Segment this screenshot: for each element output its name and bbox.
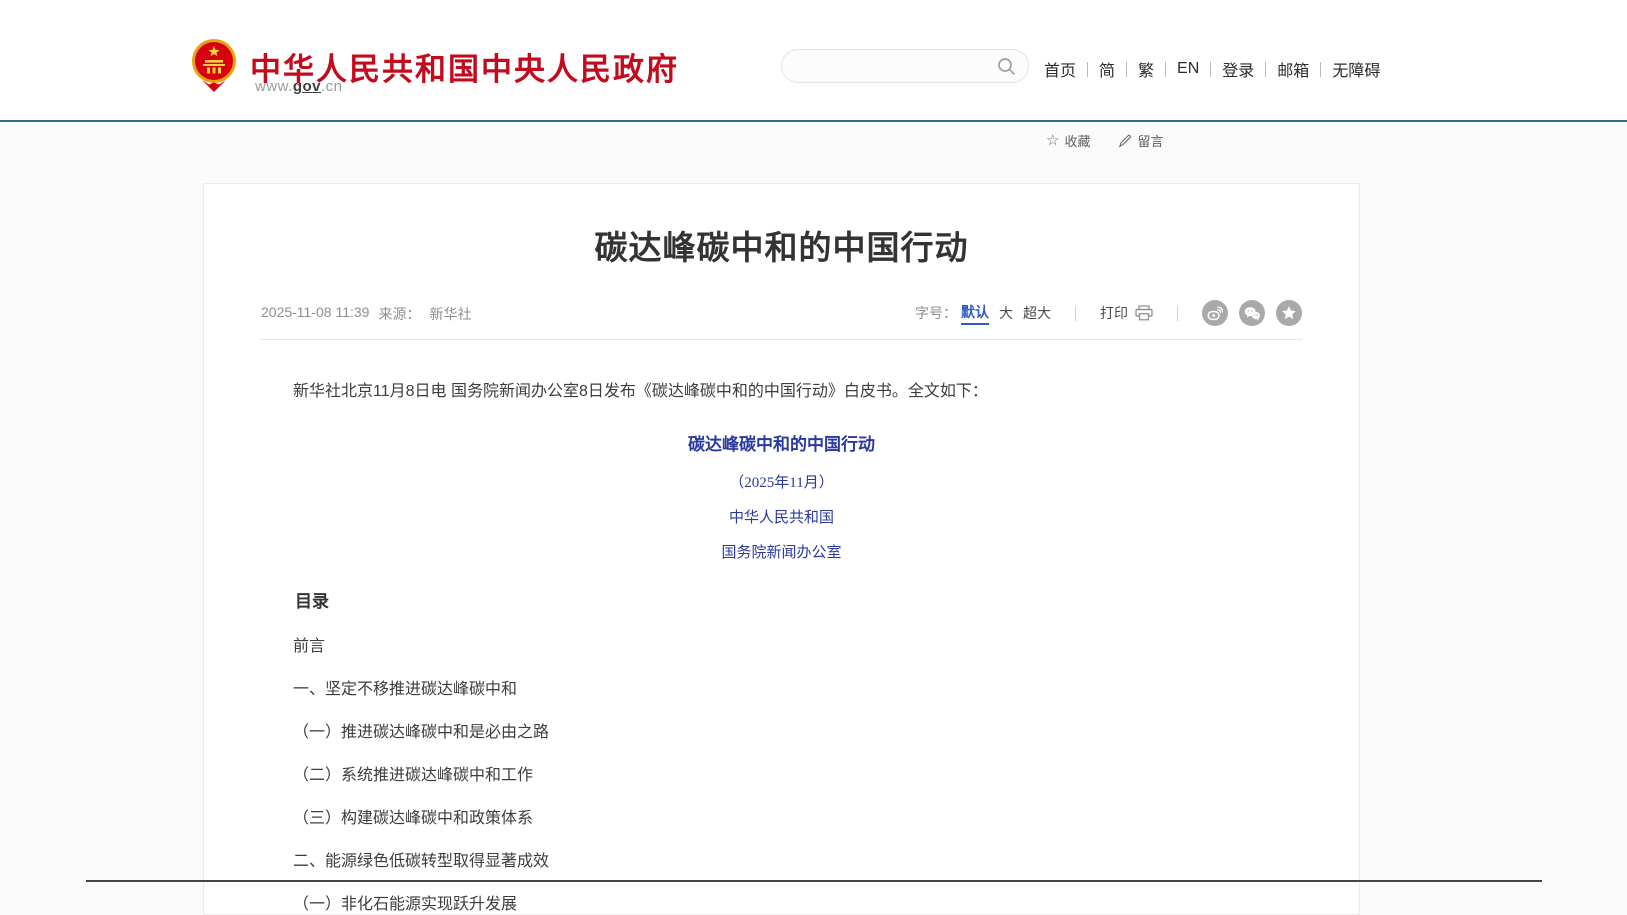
search-icon[interactable] <box>996 56 1017 77</box>
site-url[interactable]: www.gov.cn <box>255 78 343 95</box>
article-card: 碳达峰碳中和的中国行动 2025-11-08 11:39 来源： 新华社 字号：… <box>203 183 1360 915</box>
favorite-label: 收藏 <box>1064 131 1090 150</box>
source-name[interactable]: 新华社 <box>429 304 471 324</box>
favorite-button[interactable]: ☆ 收藏 <box>1046 131 1090 150</box>
publish-date: 2025-11-08 11:39 <box>261 304 369 324</box>
meta-underline-rule <box>261 339 1302 340</box>
article-meta-right: 字号： 默认 大 超大 打印 <box>915 300 1302 326</box>
nav-simplified[interactable]: 简 <box>1088 57 1126 81</box>
site-header: 中华人民共和国中央人民政府 www.gov.cn 首页 简 繁 EN 登录 邮箱 <box>0 0 1627 120</box>
whitepaper-org-line1: 中华人民共和国 <box>261 506 1302 527</box>
page-tools: ☆ 收藏 留言 <box>1046 131 1163 150</box>
gov-cn-page: 中华人民共和国中央人民政府 www.gov.cn 首页 简 繁 EN 登录 邮箱 <box>0 0 1627 915</box>
toc-item-section1-1: （一）推进碳达峰碳中和是必由之路 <box>261 725 1302 741</box>
toc-item-section1-3: （三）构建碳达峰碳中和政策体系 <box>261 811 1302 827</box>
share-buttons <box>1202 300 1302 326</box>
wechat-share-icon[interactable] <box>1239 300 1265 326</box>
weibo-share-icon[interactable] <box>1202 300 1228 326</box>
site-url-cn: .cn <box>321 78 343 95</box>
nav-traditional[interactable]: 繁 <box>1127 57 1165 81</box>
search-input[interactable] <box>798 50 993 82</box>
article-title: 碳达峰碳中和的中国行动 <box>234 221 1329 269</box>
font-size-default-button[interactable]: 默认 <box>961 302 989 325</box>
print-label: 打印 <box>1100 303 1128 323</box>
pencil-icon <box>1118 134 1132 148</box>
top-nav: 首页 简 繁 EN 登录 邮箱 无障碍 <box>1044 57 1391 81</box>
whitepaper-org-line2: 国务院新闻办公室 <box>261 541 1302 562</box>
printer-icon <box>1135 305 1153 321</box>
print-button[interactable]: 打印 <box>1100 303 1153 323</box>
toc-item-section1-2: （二）系统推进碳达峰碳中和工作 <box>261 768 1302 784</box>
toc-item-section2-1: （一）非化石能源实现跃升发展 <box>261 897 1302 913</box>
whitepaper-date: （2025年11月） <box>261 471 1302 492</box>
meta-divider-bar <box>1075 306 1076 321</box>
search-box <box>781 49 1029 83</box>
national-emblem-icon <box>190 36 238 94</box>
toc-item-section2: 二、能源绿色低碳转型取得显著成效 <box>261 854 1302 870</box>
font-size-large-button[interactable]: 大 <box>999 303 1013 323</box>
site-url-gov: gov <box>293 78 321 95</box>
article-meta-left: 2025-11-08 11:39 来源： 新华社 <box>261 304 471 324</box>
star-share-icon[interactable] <box>1276 300 1302 326</box>
toc-item-section1: 一、坚定不移推进碳达峰碳中和 <box>261 682 1302 698</box>
message-button[interactable]: 留言 <box>1118 131 1163 150</box>
nav-home[interactable]: 首页 <box>1044 57 1087 81</box>
national-emblem-logo[interactable] <box>190 36 238 94</box>
nav-login[interactable]: 登录 <box>1211 57 1265 81</box>
table-of-contents: 前言 一、坚定不移推进碳达峰碳中和 （一）推进碳达峰碳中和是必由之路 （二）系统… <box>261 639 1302 913</box>
nav-mail[interactable]: 邮箱 <box>1266 57 1320 81</box>
font-size-xlarge-button[interactable]: 超大 <box>1023 303 1051 323</box>
meta-divider-bar <box>1177 306 1178 321</box>
star-outline-icon: ☆ <box>1046 133 1059 148</box>
site-url-www: www. <box>255 78 293 95</box>
nav-english[interactable]: EN <box>1166 60 1210 78</box>
nav-accessibility[interactable]: 无障碍 <box>1321 57 1391 81</box>
footer-top-rule <box>86 880 1542 882</box>
intro-paragraph: 新华社北京11月8日电 国务院新闻办公室8日发布《碳达峰碳中和的中国行动》白皮书… <box>261 380 1302 404</box>
article-meta-row: 2025-11-08 11:39 来源： 新华社 字号： 默认 大 超大 打印 <box>261 302 1302 324</box>
font-size-label: 字号： <box>915 303 957 323</box>
article-body: 新华社北京11月8日电 国务院新闻办公室8日发布《碳达峰碳中和的中国行动》白皮书… <box>261 380 1302 913</box>
message-label: 留言 <box>1137 131 1163 150</box>
toc-item-foreword: 前言 <box>261 639 1302 655</box>
source-label: 来源： <box>378 304 420 324</box>
toc-heading: 目录 <box>261 587 1302 612</box>
whitepaper-title: 碳达峰碳中和的中国行动 <box>261 430 1302 455</box>
